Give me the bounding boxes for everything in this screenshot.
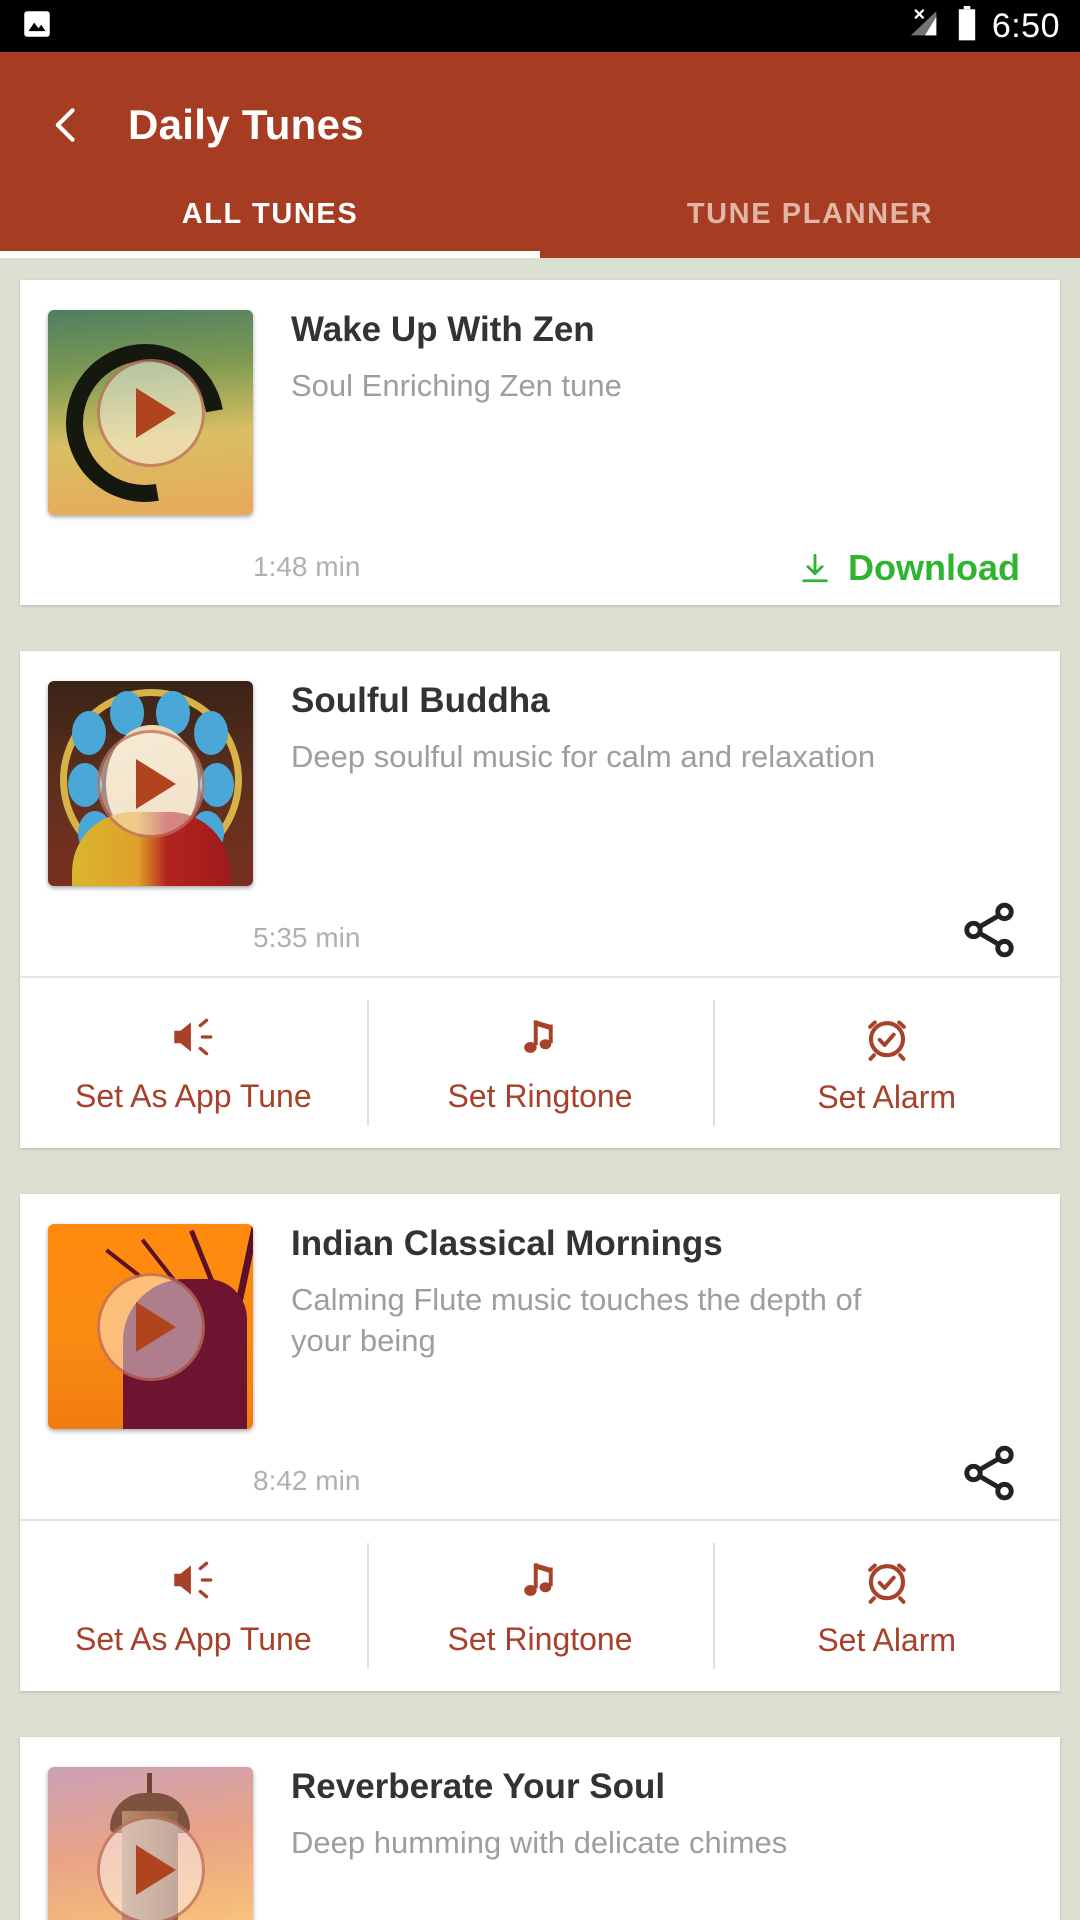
page-title: Daily Tunes: [128, 101, 364, 148]
tune-description: Deep soulful music for calm and relaxati…: [291, 739, 876, 775]
tune-action-bar: Set As App Tune Set Ringtone Set Alarm: [20, 1519, 1060, 1691]
speaker-volume-icon: [174, 1018, 213, 1055]
tune-duration: 1:48 min: [253, 551, 361, 582]
tune-list: Wake Up With Zen Soul Enriching Zen tune…: [0, 258, 1080, 1920]
tune-duration: 5:35 min: [253, 922, 361, 953]
tune-card[interactable]: Indian Classical Mornings Calming Flute …: [20, 1194, 1060, 1691]
download-arrow-icon: [802, 553, 828, 583]
gallery-image-icon: [20, 7, 54, 46]
tune-title: Indian Classical Mornings: [291, 1224, 723, 1263]
tab-all-tunes[interactable]: ALL TUNES: [0, 170, 540, 258]
tune-description: Soul Enriching Zen tune: [291, 368, 622, 404]
alarm-check-icon: [867, 1020, 906, 1061]
action-label: Set As App Tune: [75, 1620, 312, 1657]
music-note-icon: [524, 1019, 553, 1053]
tune-title: Soulful Buddha: [291, 681, 550, 720]
set-alarm-button[interactable]: Set Alarm: [713, 978, 1060, 1148]
alarm-check-icon: [867, 1563, 906, 1604]
action-label: Set Alarm: [817, 1621, 957, 1658]
set-as-app-tune-button[interactable]: Set As App Tune: [20, 978, 367, 1148]
share-icon: [964, 1445, 1014, 1501]
speaker-volume-icon: [174, 1561, 213, 1598]
tune-duration: 8:42 min: [253, 1465, 361, 1496]
set-as-app-tune-button[interactable]: Set As App Tune: [20, 1521, 367, 1691]
status-bar-clock: 6:50: [991, 6, 1060, 45]
share-icon: [964, 902, 1014, 958]
play-icon[interactable]: [96, 1815, 205, 1920]
tab-bar: ALL TUNES TUNE PLANNER: [0, 170, 1080, 258]
status-bar: 6:50: [0, 0, 1080, 52]
chevron-left-icon: [55, 108, 75, 142]
back-button[interactable]: [40, 98, 94, 152]
tune-card[interactable]: Reverberate Your Soul Deep humming with …: [20, 1737, 1060, 1920]
play-icon[interactable]: [96, 358, 205, 467]
tree-branch-decoration: [105, 1248, 141, 1278]
share-button[interactable]: [958, 899, 1020, 976]
tune-title: Reverberate Your Soul: [291, 1767, 666, 1806]
tune-action-bar: Set As App Tune Set Ringtone Set Alarm: [20, 976, 1060, 1148]
set-alarm-button[interactable]: Set Alarm: [713, 1521, 1060, 1691]
share-button[interactable]: [958, 1442, 1020, 1519]
tune-artwork[interactable]: [48, 1767, 253, 1920]
tune-artwork[interactable]: [48, 1224, 253, 1429]
battery-icon: [956, 5, 978, 47]
play-icon[interactable]: [96, 729, 205, 838]
download-label: Download: [848, 547, 1020, 588]
tune-description: Deep humming with delicate chimes: [291, 1825, 788, 1861]
action-label: Set Alarm: [817, 1078, 957, 1115]
signal-no-service-icon: [908, 7, 942, 46]
tune-card[interactable]: Wake Up With Zen Soul Enriching Zen tune…: [20, 280, 1060, 605]
tune-artwork[interactable]: [48, 681, 253, 886]
download-button[interactable]: Download: [798, 547, 1020, 605]
tune-description: Calming Flute music touches the depth of…: [291, 1282, 862, 1358]
tab-tune-planner[interactable]: TUNE PLANNER: [540, 170, 1080, 258]
tune-card[interactable]: Soulful Buddha Deep soulful music for ca…: [20, 651, 1060, 1148]
action-label: Set Ringtone: [447, 1077, 633, 1114]
set-ringtone-button[interactable]: Set Ringtone: [366, 1521, 714, 1691]
app-bar: Daily Tunes ALL TUNES TUNE PLANNER: [0, 52, 1080, 258]
tune-title: Wake Up With Zen: [291, 310, 595, 349]
music-note-icon: [524, 1562, 553, 1596]
play-icon[interactable]: [96, 1272, 205, 1381]
set-ringtone-button[interactable]: Set Ringtone: [366, 978, 714, 1148]
action-label: Set Ringtone: [447, 1620, 633, 1657]
tune-artwork[interactable]: [48, 310, 253, 515]
action-label: Set As App Tune: [75, 1077, 312, 1114]
